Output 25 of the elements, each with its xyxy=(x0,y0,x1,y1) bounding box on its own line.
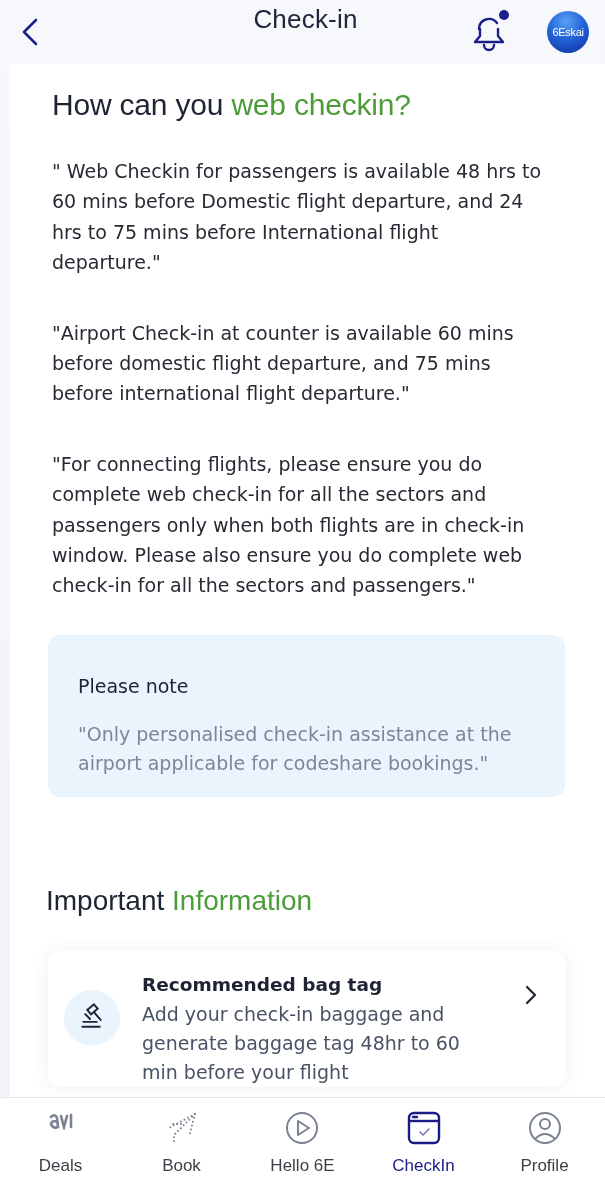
nav-tab[interactable]: CheckIn xyxy=(392,1110,455,1180)
notifications-button[interactable] xyxy=(471,12,507,52)
note-text: "Only personalised check-in assistance at the airport applicable for codeshare bookings." xyxy=(78,721,513,777)
page-title: Check-in xyxy=(253,3,358,35)
nav-tab[interactable]: Profile xyxy=(520,1110,569,1180)
info-card[interactable]: Recommended bag tag Add your check-in baggage and generate baggage tag 48hr to 60 min before your flight xyxy=(48,950,565,1087)
gavel-icon xyxy=(64,989,120,1046)
info-paragraph: " Web Checkin for passengers is available 48 hrs to 60 mins before Domestic flight departure, and 24 hrs to 75 mins before International flight departure." xyxy=(52,159,543,276)
card-description: Add your check-in baggage and generate baggage tag 48hr to 60 min before your flight xyxy=(142,1001,461,1085)
nav-tab[interactable]: Deals xyxy=(38,1110,83,1180)
nav-tab[interactable]: Book xyxy=(162,1110,201,1180)
back-button[interactable] xyxy=(22,18,38,46)
section-heading: How can you web checkin? xyxy=(52,88,412,122)
card-title: Recommended bag tag xyxy=(142,972,384,997)
nav-tab[interactable]: Hello 6E xyxy=(270,1110,335,1180)
info-paragraph: "Airport Check-in at counter is available 60 mins before domestic flight departure, and 75 mins before international flight departure." xyxy=(52,320,515,407)
info-paragraph: "For connecting flights, please ensure you do complete web check-in for all the sectors and passengers only when both flights are in check-in window. Please also ensure you do complete web check-in for all the sectors and passengers." xyxy=(52,451,526,599)
assistant-avatar-button[interactable]: 6Eskai xyxy=(547,11,589,53)
section-heading: Important Information xyxy=(46,884,314,917)
calendar-check-icon xyxy=(406,1111,441,1145)
chevron-left-icon xyxy=(22,18,38,46)
user-circle-icon xyxy=(527,1111,562,1145)
deals-logo-icon xyxy=(47,1112,74,1130)
play-circle-icon xyxy=(285,1111,320,1145)
note-title: Please note xyxy=(78,673,190,699)
